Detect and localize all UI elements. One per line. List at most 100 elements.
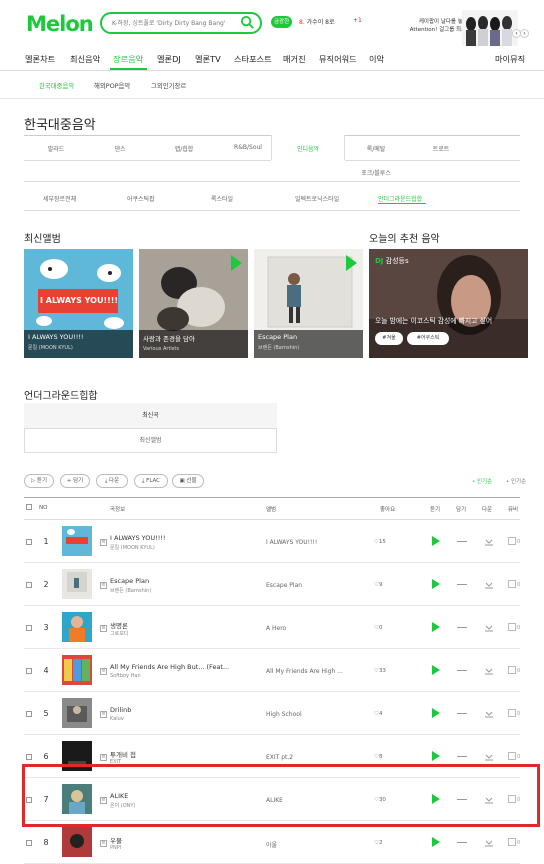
banner-image[interactable] bbox=[462, 10, 518, 46]
download-icon[interactable] bbox=[484, 751, 494, 761]
download-button[interactable]: ⤓ 다운 bbox=[96, 474, 128, 488]
song-info-icon[interactable]: ≡ bbox=[100, 582, 107, 589]
recommended-card[interactable]: DJ 감성등s 오늘 밤에는 이코스틱 감성에 빠지고 싶어 #겨울 #어쿠스틱 bbox=[369, 249, 528, 358]
subgenre-underground-hiphop[interactable]: 언더그라운드힙합 bbox=[378, 194, 422, 203]
genre-tab-hiphop[interactable]: 랩/힙합 bbox=[154, 144, 214, 153]
row-song-title[interactable]: 우물 bbox=[110, 835, 236, 845]
row-album-thumb[interactable] bbox=[62, 569, 92, 599]
add-button[interactable]: + 담기 bbox=[60, 474, 90, 488]
subnav-item-kpop[interactable]: 한국대중음악 bbox=[39, 81, 74, 90]
gnb-item-awards[interactable]: 뮤직어워드 bbox=[319, 53, 357, 65]
gift-button[interactable]: ▣ 선물 bbox=[172, 474, 204, 488]
genre-tab-trot[interactable]: 트로트 bbox=[411, 144, 471, 153]
select-all-checkbox[interactable] bbox=[26, 504, 32, 510]
song-info-icon[interactable]: ≡ bbox=[100, 754, 107, 761]
play-icon[interactable] bbox=[432, 751, 440, 761]
subgenre-electronic[interactable]: 일렉트로닉스타일 bbox=[295, 194, 339, 203]
row-artist[interactable]: 브랜든 (Barnshin) bbox=[110, 587, 151, 594]
row-album[interactable]: High School bbox=[266, 711, 356, 718]
genre-tab-folk[interactable]: 포크/블루스 bbox=[346, 168, 406, 177]
table-row[interactable]: 4 ≡ All My Friends Are High But... (Feat… bbox=[24, 649, 520, 692]
lyric-search-button[interactable]: 금광한 bbox=[271, 16, 293, 28]
mv-icon[interactable] bbox=[508, 537, 516, 545]
row-album[interactable]: Escape Plan bbox=[266, 582, 356, 589]
download-icon[interactable] bbox=[484, 837, 494, 847]
gnb-item-magazine[interactable]: 매거진 bbox=[283, 53, 306, 65]
download-icon[interactable] bbox=[484, 708, 494, 718]
row-album-thumb[interactable] bbox=[62, 698, 92, 728]
download-icon[interactable] bbox=[484, 665, 494, 675]
row-song-title[interactable]: I ALWAYS YOU!!!! bbox=[110, 534, 236, 542]
row-song-title[interactable]: Drilinb bbox=[110, 706, 236, 714]
song-info-icon[interactable]: ≡ bbox=[100, 668, 107, 675]
row-album[interactable]: All My Friends Are High ... bbox=[266, 668, 356, 675]
search-value[interactable]: K-하장, 싱트풀로 'Dirty Dirty Bang Bang' bbox=[112, 18, 225, 27]
play-icon[interactable] bbox=[432, 622, 440, 632]
row-likes[interactable]: ♡2 bbox=[374, 840, 382, 846]
row-song-title[interactable]: 투개비 첩 bbox=[110, 749, 236, 759]
reco-tag-2[interactable]: #어쿠스틱 bbox=[407, 332, 449, 345]
row-song-title[interactable]: 생명론 bbox=[110, 620, 236, 630]
melon-logo[interactable]: Melon bbox=[26, 12, 94, 36]
subgenre-all[interactable]: 세부장르전체 bbox=[43, 194, 76, 203]
gnb-item-etc[interactable]: 이악 bbox=[369, 53, 384, 65]
row-artist[interactable]: Softboy Han bbox=[110, 673, 141, 679]
mv-icon[interactable] bbox=[508, 623, 516, 631]
mv-icon[interactable] bbox=[508, 666, 516, 674]
row-checkbox[interactable] bbox=[26, 754, 32, 760]
play-icon[interactable] bbox=[432, 665, 440, 675]
album-play-icon-3[interactable] bbox=[346, 255, 357, 271]
ug-tab-latest-albums[interactable]: 최신앨범 bbox=[24, 428, 277, 453]
play-icon[interactable] bbox=[432, 837, 440, 847]
table-row[interactable]: 8 ≡ 우물 PNPI 아울 ♡2 0 bbox=[24, 821, 520, 864]
song-info-icon[interactable]: ≡ bbox=[100, 840, 107, 847]
ug-tab-latest-songs[interactable]: 최신곡 bbox=[24, 403, 277, 428]
gnb-item-new[interactable]: 최신음악 bbox=[70, 53, 100, 65]
row-likes[interactable]: ♡0 bbox=[374, 625, 382, 631]
mv-icon[interactable] bbox=[508, 709, 516, 717]
play-icon[interactable] bbox=[432, 708, 440, 718]
row-album[interactable]: EXIT pt.2 bbox=[266, 754, 356, 761]
row-album-thumb[interactable] bbox=[62, 827, 92, 857]
subnav-item-pop[interactable]: 해외POP음악 bbox=[94, 81, 130, 90]
row-artist[interactable]: Kaluv bbox=[110, 716, 124, 722]
add-icon[interactable] bbox=[457, 713, 467, 714]
row-checkbox[interactable] bbox=[26, 582, 32, 588]
user-menu-link[interactable]: 8. 가수이 8로 bbox=[299, 17, 334, 26]
add-icon[interactable] bbox=[457, 541, 467, 542]
gnb-item-chart[interactable]: 멜론차트 bbox=[25, 53, 55, 65]
sort-other[interactable]: • 인기순 bbox=[506, 477, 526, 485]
subgenre-acoustic[interactable]: 어쿠스틱팝 bbox=[127, 194, 155, 203]
add-icon[interactable] bbox=[457, 842, 467, 843]
add-icon[interactable] bbox=[457, 670, 467, 671]
song-info-icon[interactable]: ≡ bbox=[100, 539, 107, 546]
row-checkbox[interactable] bbox=[26, 668, 32, 674]
genre-tab-indie[interactable]: 인디음악 bbox=[278, 144, 338, 153]
genre-tab-rock[interactable]: 록/메탈 bbox=[346, 144, 406, 153]
album-card-1[interactable]: I ALWAYS YOU!!!! I ALWAYS YOU!!!! 문킬 (MO… bbox=[24, 249, 133, 358]
row-song-title[interactable]: All My Friends Are High But... (Feat... bbox=[110, 663, 236, 671]
mv-icon[interactable] bbox=[508, 580, 516, 588]
play-icon[interactable] bbox=[432, 579, 440, 589]
genre-tab-ballad[interactable]: 발라드 bbox=[26, 144, 86, 153]
table-row[interactable]: 3 ≡ 생명론 그로보디 A Hero ♡0 0 bbox=[24, 606, 520, 649]
row-album[interactable]: 아울 bbox=[266, 840, 356, 849]
listen-button[interactable]: ▷ 듣기 bbox=[24, 474, 54, 488]
row-likes[interactable]: ♡8 bbox=[374, 754, 382, 760]
row-checkbox[interactable] bbox=[26, 711, 32, 717]
album-card-3[interactable]: Escape Plan 브랜든 (Barnshin) bbox=[254, 249, 363, 358]
subnav-item-other[interactable]: 그외인기장르 bbox=[151, 81, 186, 90]
gnb-item-starpost[interactable]: 스타포스트 bbox=[234, 53, 272, 65]
row-album[interactable]: A Hero bbox=[266, 625, 356, 632]
album-card-2[interactable]: 사랑과 존경을 담아 Various Artists bbox=[139, 249, 248, 358]
row-likes[interactable]: ♡4 bbox=[374, 711, 382, 717]
gnb-mymusic[interactable]: 마이뮤직 bbox=[495, 53, 525, 65]
download-icon[interactable] bbox=[484, 622, 494, 632]
row-checkbox[interactable] bbox=[26, 539, 32, 545]
row-checkbox[interactable] bbox=[26, 840, 32, 846]
row-album-thumb[interactable] bbox=[62, 655, 92, 685]
album-play-icon-2[interactable] bbox=[231, 255, 242, 271]
download-icon[interactable] bbox=[484, 579, 494, 589]
flac-button[interactable]: ⤓ FLAC bbox=[134, 474, 168, 488]
play-icon[interactable] bbox=[432, 536, 440, 546]
